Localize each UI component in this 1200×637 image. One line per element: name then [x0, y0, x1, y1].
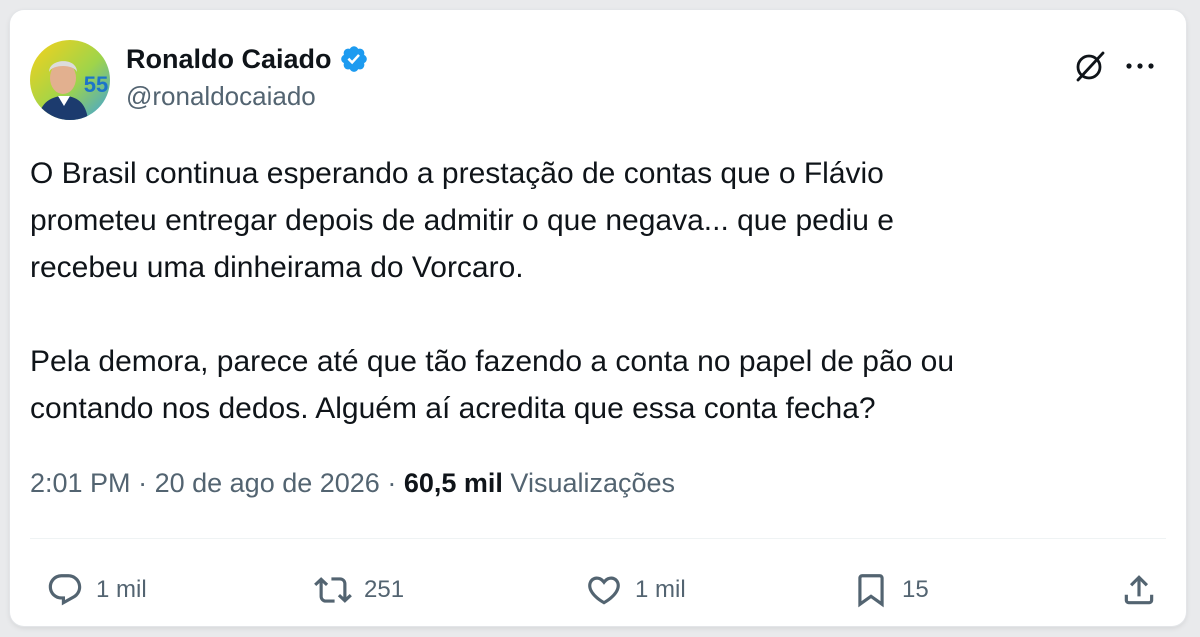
avatar-image: 55 — [30, 40, 110, 120]
like-count: 1 mil — [635, 576, 686, 603]
meta-separator: · — [138, 468, 148, 498]
like-button[interactable]: 1 mil — [585, 568, 686, 612]
bookmark-button[interactable]: 15 — [852, 568, 929, 612]
author-name-row: Ronaldo Caiado — [126, 39, 369, 79]
grok-button[interactable] — [1070, 46, 1110, 86]
retweet-button[interactable]: 251 — [314, 568, 404, 612]
share-button[interactable] — [1120, 568, 1158, 612]
views-label: Visualizações — [510, 468, 676, 498]
verified-badge-icon — [340, 46, 367, 72]
author-handle[interactable]: @ronaldocaiado — [126, 81, 316, 112]
avatar[interactable]: 55 — [30, 40, 110, 120]
retweet-count: 251 — [364, 576, 405, 603]
tweet-card: 55 Ronaldo Caiado @ronaldocaiado O Brasi… — [10, 10, 1186, 626]
views-count: 60,5 mil — [403, 468, 503, 498]
share-icon — [1124, 575, 1154, 605]
reply-count: 1 mil — [96, 576, 147, 603]
bookmark-icon — [858, 574, 884, 608]
tweet-date[interactable]: 20 de ago de 2026 — [155, 468, 380, 498]
author-display-name[interactable]: Ronaldo Caiado — [126, 44, 332, 75]
retweet-icon — [314, 577, 352, 603]
action-bar: 1 mil 251 1 mil 15 — [30, 568, 1166, 612]
tweet-metadata: 2:01 PM · 20 de ago de 2026 · 60,5 mil V… — [30, 468, 675, 499]
reply-button[interactable]: 1 mil — [46, 568, 147, 612]
grok-icon — [1076, 51, 1105, 82]
meta-separator: · — [387, 468, 397, 498]
heart-icon — [588, 576, 620, 605]
bookmark-count: 15 — [902, 576, 929, 603]
tweet-time[interactable]: 2:01 PM — [30, 468, 131, 498]
avatar-badge-text: 55 — [84, 72, 108, 97]
more-options-button[interactable] — [1120, 46, 1160, 86]
tweet-text: O Brasil continua esperando a prestação … — [30, 157, 955, 425]
reply-icon — [48, 574, 82, 606]
divider — [30, 538, 1166, 539]
more-icon — [1126, 63, 1154, 69]
